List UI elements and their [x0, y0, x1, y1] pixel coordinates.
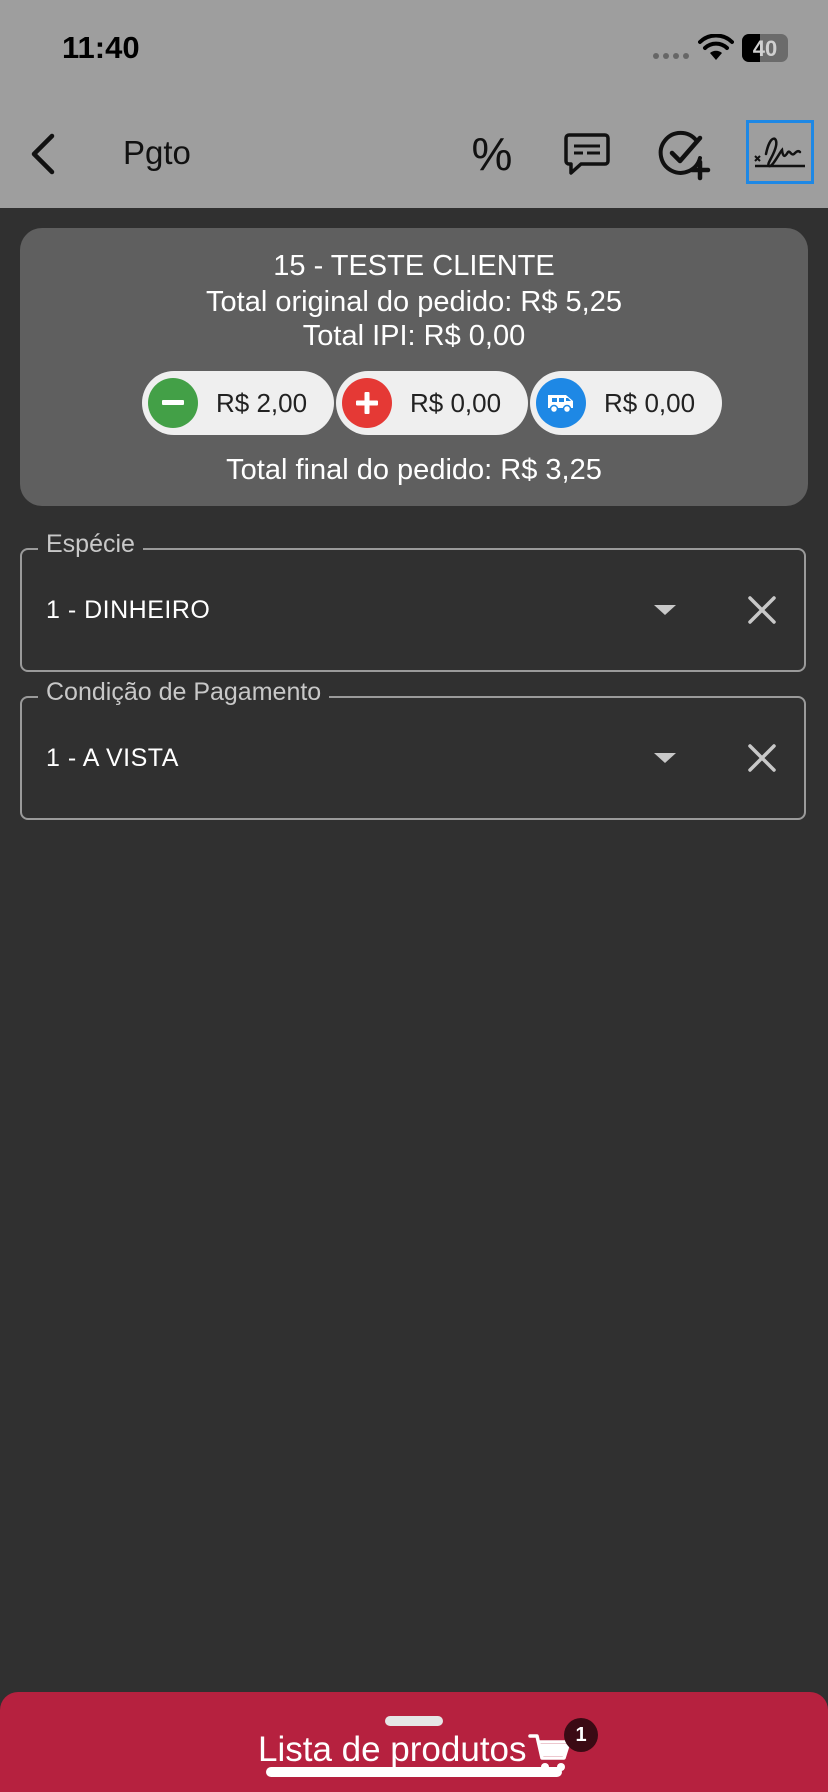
signature-icon — [754, 137, 805, 168]
discount-chip[interactable]: R$ 2,00 — [142, 371, 334, 435]
surcharge-value: R$ 0,00 — [410, 388, 502, 418]
confirm-add-button[interactable] — [652, 122, 716, 186]
condicao-pagamento-label: Condição de Pagamento — [38, 678, 330, 707]
freight-value: R$ 0,00 — [604, 388, 696, 418]
dropdown-arrow-icon[interactable] — [650, 748, 680, 768]
cart-count-badge: 1 — [564, 1718, 598, 1752]
wifi-icon — [698, 34, 734, 60]
dropdown-arrow-icon[interactable] — [650, 600, 680, 620]
status-bar: 11:40 40 — [0, 0, 828, 100]
check-add-icon — [658, 130, 711, 181]
discount-percent-button[interactable]: % — [460, 122, 524, 186]
message-button[interactable] — [555, 122, 619, 186]
battery-icon: 40 — [742, 34, 788, 62]
signature-button[interactable] — [746, 120, 814, 184]
status-time: 11:40 — [62, 30, 140, 65]
drag-handle[interactable] — [385, 1716, 443, 1726]
back-button[interactable] — [22, 128, 70, 180]
product-list-label: Lista de produtos — [258, 1730, 527, 1769]
clear-icon[interactable] — [744, 592, 780, 628]
final-total: Total final do pedido: R$ 3,25 — [226, 454, 602, 486]
ipi-total: Total IPI: R$ 0,00 — [302, 320, 526, 352]
page-title: Pgto — [123, 134, 191, 171]
chevron-left-icon — [31, 133, 55, 175]
message-icon — [564, 133, 610, 175]
clear-icon[interactable] — [744, 740, 780, 776]
surcharge-chip[interactable]: R$ 0,00 — [336, 371, 528, 435]
especie-label: Espécie — [38, 530, 143, 559]
original-total: Total original do pedido: R$ 5,25 — [206, 286, 622, 318]
condicao-pagamento-value: 1 - A VISTA — [46, 744, 179, 772]
product-list-bar[interactable]: Lista de produtos 1 — [0, 1692, 828, 1792]
adjustment-chips: R$ 2,00 R$ 0,00 R$ 0,00 — [122, 371, 722, 435]
app-bar: Pgto % — [0, 100, 828, 208]
especie-value: 1 - DINHEIRO — [46, 596, 211, 624]
plus-icon — [342, 378, 392, 428]
minus-icon — [148, 378, 198, 428]
condicao-pagamento-select[interactable]: Condição de Pagamento 1 - A VISTA — [20, 678, 806, 820]
battery-level: 40 — [752, 36, 778, 61]
discount-value: R$ 2,00 — [216, 388, 308, 418]
percent-icon: % — [471, 128, 513, 180]
client-name: 15 - TESTE CLIENTE — [273, 250, 555, 282]
especie-select[interactable]: Espécie 1 - DINHEIRO — [20, 530, 806, 672]
truck-icon — [536, 378, 586, 428]
cellular-signal-icon — [653, 53, 689, 59]
order-summary-card: 15 - TESTE CLIENTE Total original do ped… — [20, 228, 808, 506]
home-indicator — [266, 1767, 562, 1777]
freight-chip[interactable]: R$ 0,00 — [530, 371, 722, 435]
